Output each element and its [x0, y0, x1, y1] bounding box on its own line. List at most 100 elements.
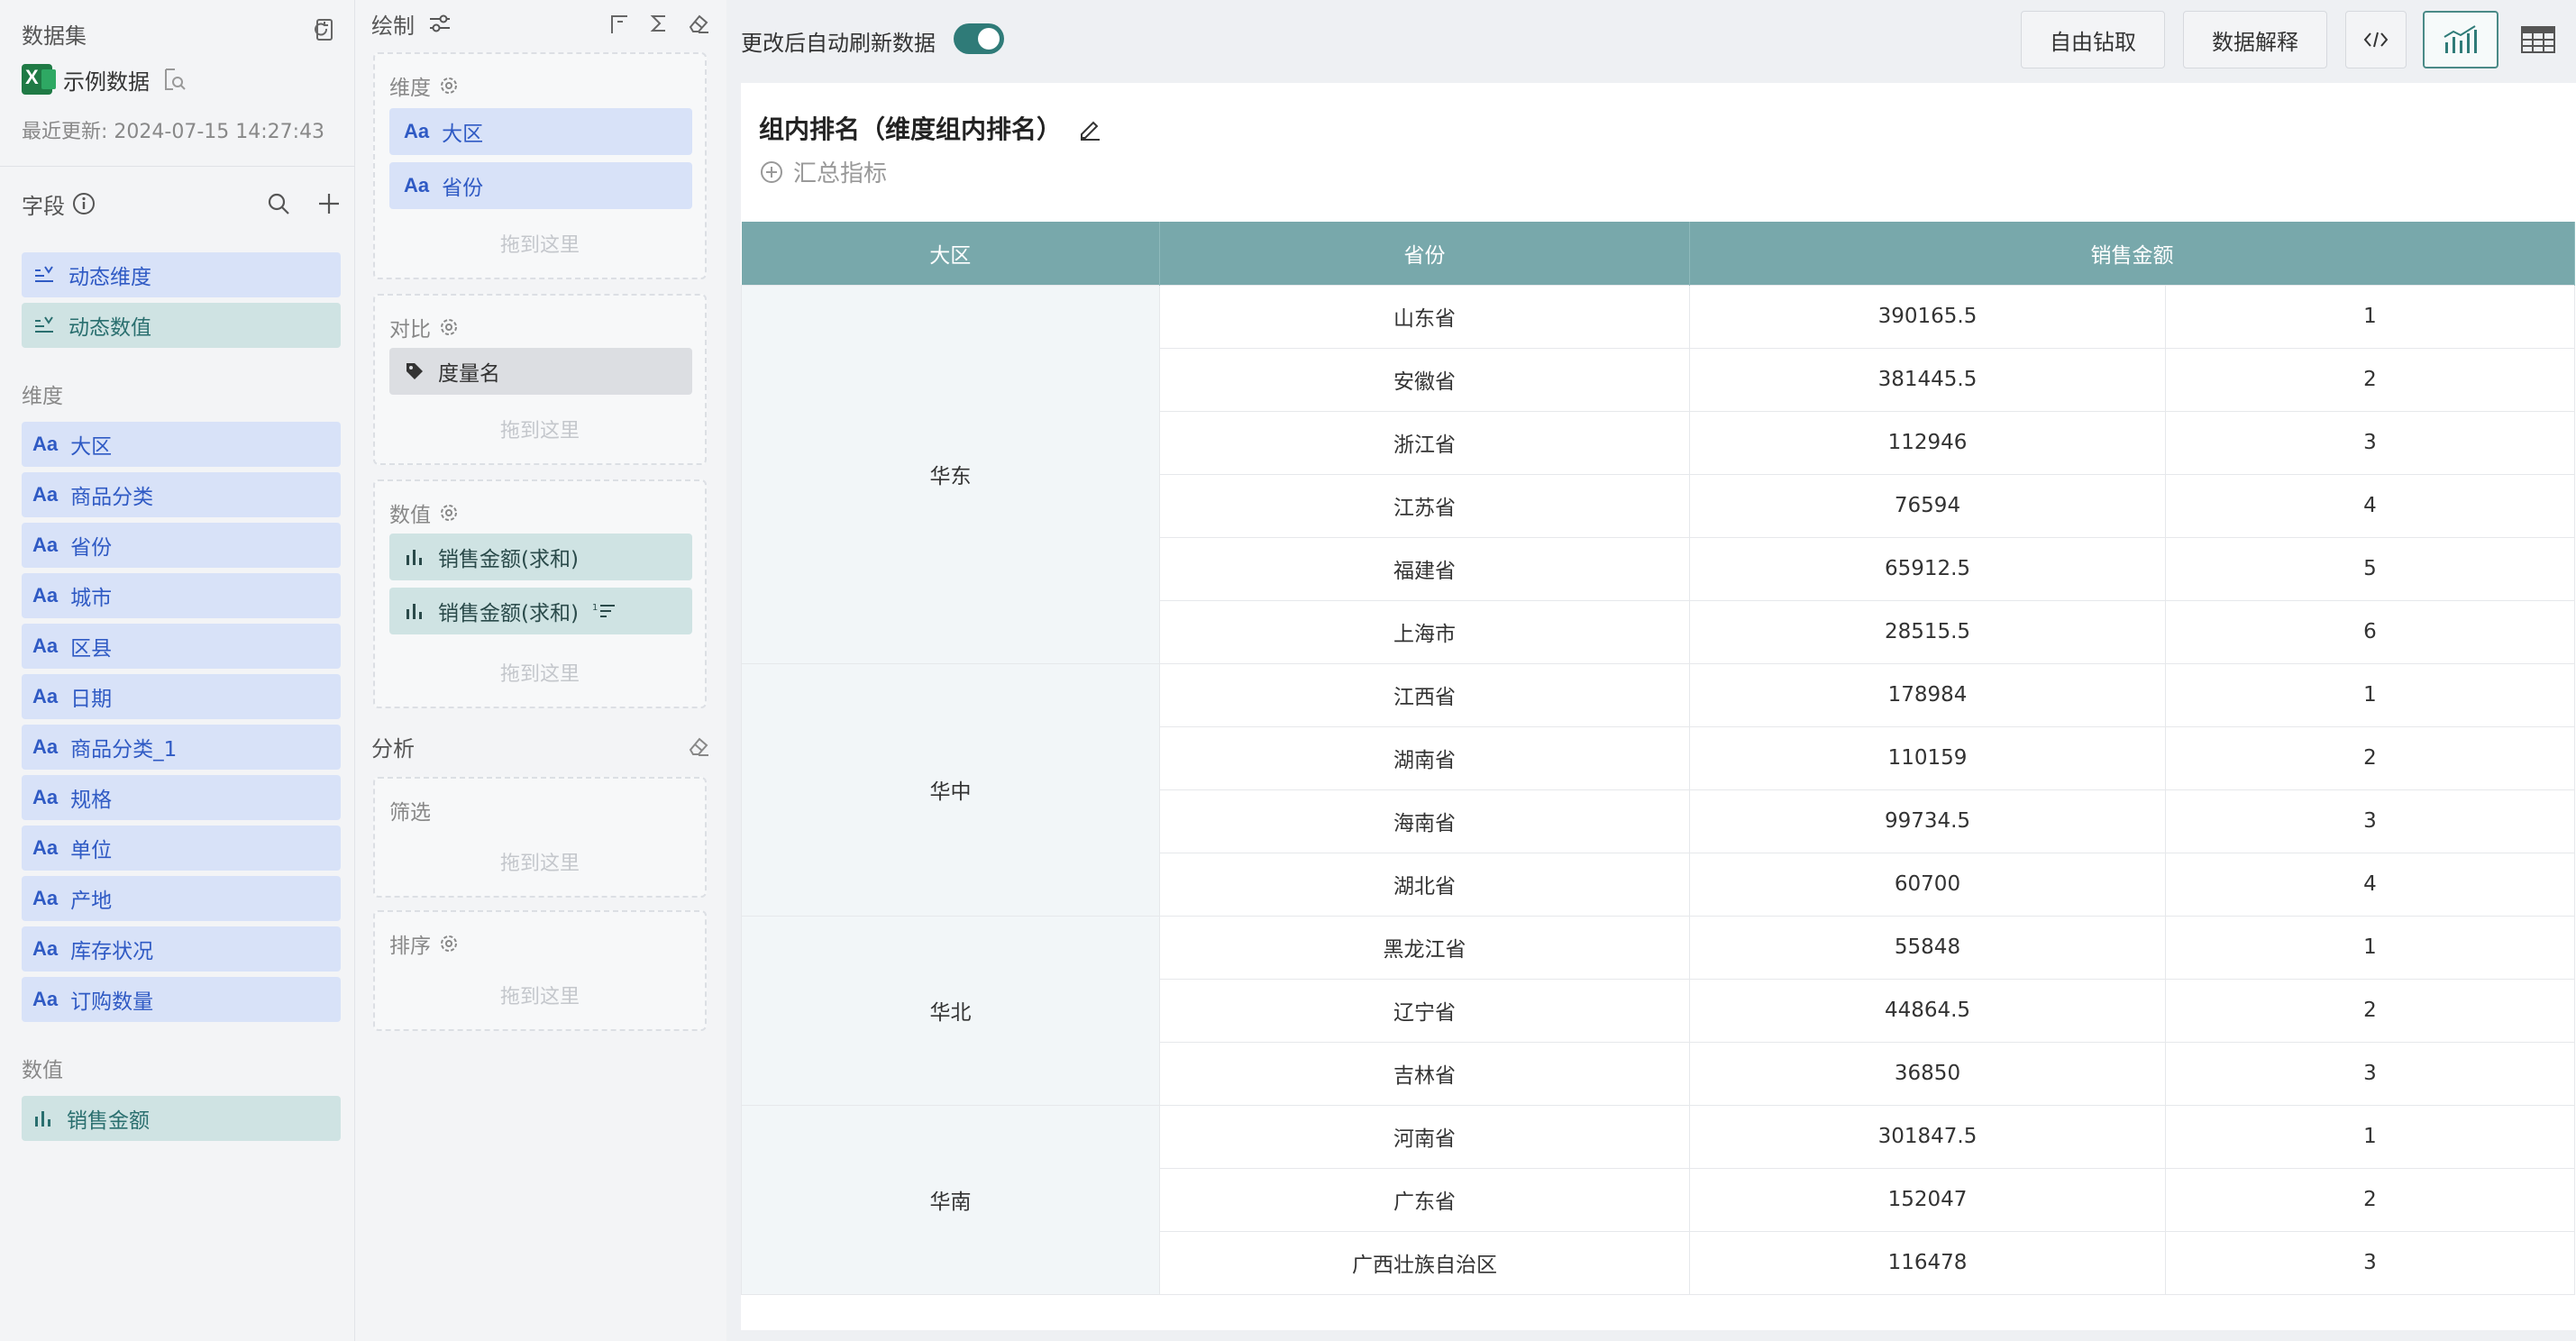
- province-cell[interactable]: 安徽省: [1159, 347, 1690, 412]
- province-cell[interactable]: 湖南省: [1159, 725, 1690, 790]
- preview-data-icon[interactable]: [160, 66, 187, 93]
- table-view-button[interactable]: [2504, 11, 2572, 68]
- free-drill-button[interactable]: 自由钻取: [2021, 11, 2165, 68]
- province-cell[interactable]: 浙江省: [1159, 410, 1690, 475]
- sales-cell[interactable]: 152047: [1689, 1167, 2166, 1232]
- dimension-chip-province[interactable]: Aa 省份: [389, 162, 692, 209]
- dataset-row[interactable]: X 示例数据: [22, 63, 187, 96]
- rank-cell[interactable]: 1: [2165, 662, 2575, 727]
- header-province[interactable]: 省份: [1159, 222, 1690, 285]
- sales-cell[interactable]: 55848: [1689, 915, 2166, 980]
- sales-cell[interactable]: 112946: [1689, 410, 2166, 475]
- province-cell[interactable]: 辽宁省: [1159, 978, 1690, 1043]
- gear-icon[interactable]: [438, 316, 460, 338]
- province-cell[interactable]: 江苏省: [1159, 473, 1690, 538]
- field-dimension[interactable]: Aa 城市: [22, 573, 341, 618]
- plus-icon[interactable]: [315, 190, 343, 217]
- rank-cell[interactable]: 3: [2165, 410, 2575, 475]
- region-cell[interactable]: 华中: [741, 662, 1160, 917]
- field-dimension[interactable]: Aa 商品分类: [22, 472, 341, 517]
- rank-cell[interactable]: 6: [2165, 599, 2575, 664]
- sigma-icon[interactable]: [647, 12, 671, 35]
- header-region[interactable]: 大区: [741, 222, 1160, 285]
- pencil-icon[interactable]: [1076, 114, 1103, 141]
- field-dynamic-dimension[interactable]: 动态维度: [22, 252, 341, 297]
- add-summary-metric[interactable]: 汇总指标: [759, 155, 887, 188]
- field-dimension[interactable]: Aa 日期: [22, 674, 341, 719]
- rank-cell[interactable]: 2: [2165, 725, 2575, 790]
- sales-cell[interactable]: 390165.5: [1689, 284, 2166, 349]
- compare-dropzone[interactable]: 对比 度量名 拖到这里: [373, 294, 707, 465]
- rank-cell[interactable]: 1: [2165, 1104, 2575, 1169]
- dimension-chip-region[interactable]: Aa 大区: [389, 108, 692, 155]
- search-icon[interactable]: [265, 190, 292, 217]
- province-cell[interactable]: 海南省: [1159, 789, 1690, 853]
- rank-cell[interactable]: 1: [2165, 284, 2575, 349]
- field-measure[interactable]: 销售金额: [22, 1096, 341, 1141]
- value-dropzone[interactable]: 数值 销售金额(求和) 销售金额(求和) 1 拖到这里: [373, 479, 707, 708]
- sales-cell[interactable]: 116478: [1689, 1230, 2166, 1295]
- sort-dropzone[interactable]: 排序 拖到这里: [373, 910, 707, 1031]
- sales-cell[interactable]: 110159: [1689, 725, 2166, 790]
- eraser-icon[interactable]: [687, 12, 710, 35]
- sales-cell[interactable]: 28515.5: [1689, 599, 2166, 664]
- field-dimension[interactable]: Aa 单位: [22, 826, 341, 871]
- compare-chip-measure-name[interactable]: 度量名: [389, 348, 692, 395]
- region-cell[interactable]: 华东: [741, 284, 1160, 664]
- province-cell[interactable]: 江西省: [1159, 662, 1690, 727]
- region-cell[interactable]: 华北: [741, 915, 1160, 1106]
- dataset-name[interactable]: 示例数据: [63, 64, 150, 96]
- refresh-dataset-icon[interactable]: [312, 16, 339, 43]
- header-sales[interactable]: 销售金额: [1689, 222, 2575, 285]
- sales-cell[interactable]: 301847.5: [1689, 1104, 2166, 1169]
- rank-cell[interactable]: 4: [2165, 473, 2575, 538]
- rank-cell[interactable]: 2: [2165, 1167, 2575, 1232]
- field-dimension[interactable]: Aa 产地: [22, 876, 341, 921]
- sales-cell[interactable]: 65912.5: [1689, 536, 2166, 601]
- region-cell[interactable]: 华南: [741, 1104, 1160, 1295]
- rank-cell[interactable]: 2: [2165, 978, 2575, 1043]
- field-dimension[interactable]: Aa 省份: [22, 523, 341, 568]
- filter-dropzone[interactable]: 筛选 拖到这里: [373, 777, 707, 898]
- province-cell[interactable]: 上海市: [1159, 599, 1690, 664]
- value-chip-sales-rank[interactable]: 销售金额(求和) 1: [389, 588, 692, 634]
- rank-cell[interactable]: 3: [2165, 789, 2575, 853]
- province-cell[interactable]: 黑龙江省: [1159, 915, 1690, 980]
- gear-icon[interactable]: [438, 75, 460, 96]
- field-dimension[interactable]: Aa 区县: [22, 624, 341, 669]
- sales-cell[interactable]: 60700: [1689, 852, 2166, 917]
- code-view-button[interactable]: [2345, 11, 2407, 68]
- chart-view-button[interactable]: [2423, 11, 2498, 68]
- dimension-dropzone[interactable]: 维度 Aa 大区 Aa 省份 拖到这里: [373, 52, 707, 279]
- sales-cell[interactable]: 381445.5: [1689, 347, 2166, 412]
- field-dynamic-value[interactable]: 动态数值: [22, 303, 341, 348]
- value-chip-sales-sum[interactable]: 销售金额(求和): [389, 534, 692, 580]
- province-cell[interactable]: 河南省: [1159, 1104, 1690, 1169]
- gear-icon[interactable]: [438, 933, 460, 954]
- province-cell[interactable]: 福建省: [1159, 536, 1690, 601]
- data-explain-button[interactable]: 数据解释: [2183, 11, 2327, 68]
- province-cell[interactable]: 湖北省: [1159, 852, 1690, 917]
- rank-cell[interactable]: 5: [2165, 536, 2575, 601]
- field-dimension[interactable]: Aa 订购数量: [22, 977, 341, 1022]
- rank-cell[interactable]: 2: [2165, 347, 2575, 412]
- rank-cell[interactable]: 1: [2165, 915, 2575, 980]
- sales-cell[interactable]: 36850: [1689, 1041, 2166, 1106]
- field-dimension[interactable]: Aa 商品分类_1: [22, 725, 341, 770]
- corner-icon[interactable]: [607, 12, 631, 35]
- info-icon[interactable]: [72, 192, 96, 215]
- rank-cell[interactable]: 3: [2165, 1230, 2575, 1295]
- auto-refresh-toggle[interactable]: [954, 23, 1004, 54]
- sales-cell[interactable]: 178984: [1689, 662, 2166, 727]
- rank-cell[interactable]: 4: [2165, 852, 2575, 917]
- eraser-icon[interactable]: [687, 734, 710, 758]
- province-cell[interactable]: 广西壮族自治区: [1159, 1230, 1690, 1295]
- province-cell[interactable]: 山东省: [1159, 284, 1690, 349]
- sales-cell[interactable]: 99734.5: [1689, 789, 2166, 853]
- gear-icon[interactable]: [438, 502, 460, 524]
- rank-cell[interactable]: 3: [2165, 1041, 2575, 1106]
- field-dimension[interactable]: Aa 库存状况: [22, 926, 341, 972]
- sales-cell[interactable]: 44864.5: [1689, 978, 2166, 1043]
- province-cell[interactable]: 广东省: [1159, 1167, 1690, 1232]
- sales-cell[interactable]: 76594: [1689, 473, 2166, 538]
